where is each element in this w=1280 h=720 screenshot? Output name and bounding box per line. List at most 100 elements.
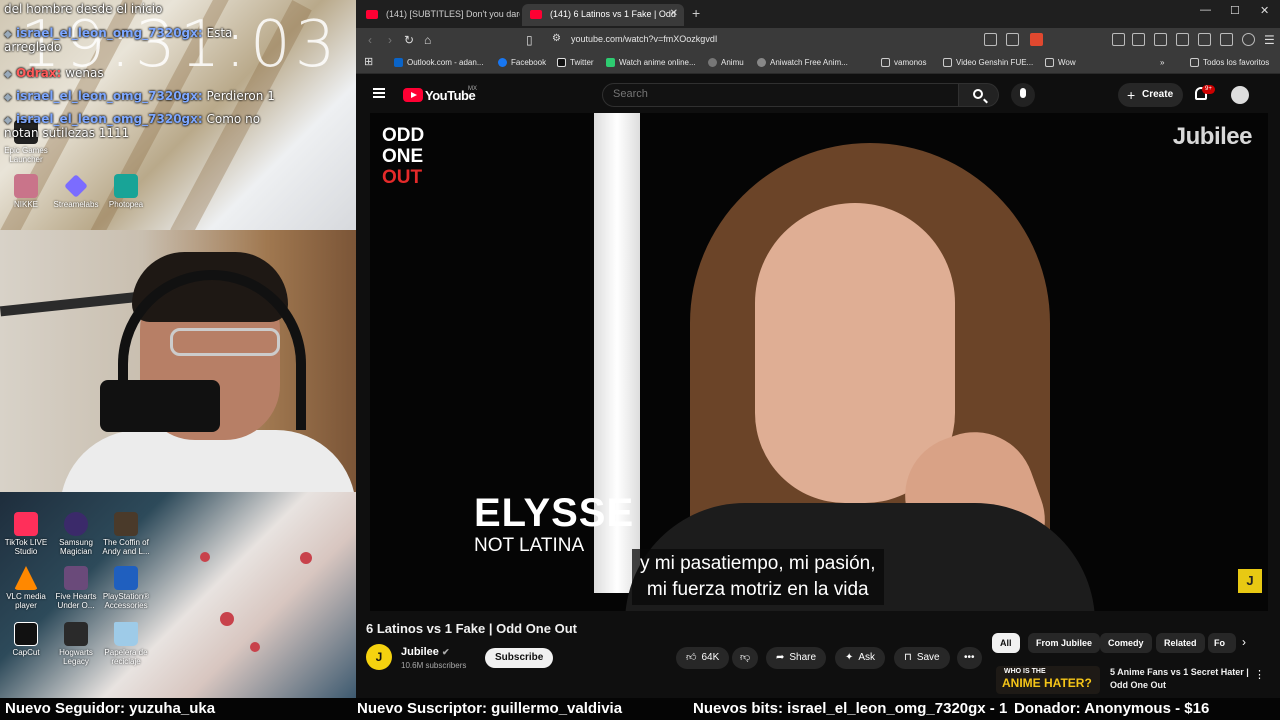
tab-odd-one-out[interactable]: (141) 6 Latinos vs 1 Fake | Odd ✕ — [522, 4, 684, 26]
subscriber-count: 10.6M subscribers — [401, 661, 467, 670]
notification-badge: 9+ — [1202, 85, 1215, 94]
channel-avatar[interactable]: J — [366, 644, 392, 670]
ask-button[interactable]: ✦ Ask — [835, 647, 886, 669]
home-icon[interactable]: ⌂ — [424, 33, 431, 47]
channel-branding-icon[interactable]: J — [1238, 569, 1262, 593]
chat-message: ◆ Odrax: wenas — [4, 66, 104, 80]
video-player[interactable]: ODD ONE OUT Jubilee ELYSSE NOT LATINA y … — [370, 113, 1268, 611]
subscribe-button[interactable]: Subscribe — [485, 648, 554, 668]
channel-name[interactable]: Jubilee ✔ — [401, 646, 450, 658]
extension-icon[interactable] — [1176, 33, 1189, 46]
new-tab-button[interactable]: + — [692, 5, 700, 21]
odd-one-out-logo: ODD ONE OUT — [382, 125, 425, 188]
extension-icon[interactable] — [1132, 33, 1145, 46]
chip-related[interactable]: Related — [1156, 633, 1205, 653]
extension-icon[interactable] — [1154, 33, 1167, 46]
account-avatar[interactable] — [1231, 86, 1249, 104]
minimize-button[interactable]: — — [1200, 4, 1211, 16]
chip-from-jubilee[interactable]: From Jubilee — [1028, 633, 1101, 653]
desktop-icon-samsung-magician[interactable]: Samsung Magician — [50, 512, 102, 556]
desktop-icon-playstation-accessories[interactable]: PlayStation® Accessories — [100, 566, 152, 610]
streamelabs-icon — [64, 174, 88, 198]
ticker-new-follower: Nuevo Seguidor: yuzuha_uka — [5, 700, 216, 717]
voice-search-button[interactable] — [1011, 83, 1035, 107]
search-input[interactable] — [613, 88, 943, 100]
search-button[interactable] — [959, 83, 999, 107]
photopea-icon — [114, 174, 138, 198]
desktop-icon-five-hearts[interactable]: Five Hearts Under O... — [50, 566, 102, 610]
close-window-button[interactable]: ✕ — [1260, 4, 1269, 17]
guide-menu-icon[interactable] — [373, 88, 385, 98]
menu-icon[interactable]: ☰ — [1264, 33, 1275, 47]
closed-captions: y mi pasatiempo, mi pasión, mi fuerza mo… — [632, 549, 884, 605]
install-app-icon[interactable] — [984, 33, 997, 46]
chip-comedy[interactable]: Comedy — [1100, 633, 1152, 653]
browser-window: (141) [SUBTITLES] Don't you dare for (14… — [356, 0, 1280, 698]
bookmark-facebook[interactable]: Facebook — [498, 58, 546, 67]
bookmarks-overflow-icon[interactable]: » — [1160, 58, 1164, 67]
close-tab-icon[interactable]: ✕ — [670, 8, 678, 19]
wallet-icon[interactable] — [1220, 33, 1233, 46]
dislike-button[interactable]: 👎︎ — [732, 647, 759, 669]
profile-icon[interactable] — [1242, 33, 1255, 46]
chip-all[interactable]: All — [992, 633, 1020, 653]
extension-icon[interactable] — [1198, 33, 1211, 46]
back-icon[interactable]: ‹ — [368, 33, 372, 47]
chat-badge-icon: ◆ — [4, 29, 12, 40]
brave-shield-icon[interactable] — [1030, 33, 1043, 46]
apps-grid-icon[interactable]: ⊞ — [364, 55, 373, 68]
desktop-icon-hogwarts-legacy[interactable]: Hogwarts Legacy — [50, 622, 102, 666]
bookmark-outlook[interactable]: Outlook.com - adan... — [394, 58, 483, 67]
chat-message: ◆ israel_el_leon_omg_7320gx: Perdieron 1 — [4, 89, 275, 103]
desktop-icon-nikke[interactable]: NIKKE — [0, 174, 52, 209]
youtube-favicon-icon — [366, 10, 378, 19]
desktop-icon-tiktok-live[interactable]: TikTok LIVE Studio — [0, 512, 52, 556]
desktop-icon-capcut[interactable]: CapCut — [0, 622, 52, 657]
bookmark-animu[interactable]: Animu — [708, 58, 744, 67]
desktop-icon-streamelabs[interactable]: Streamelabs — [50, 174, 102, 209]
like-button[interactable]: 👍︎ 64K — [676, 647, 730, 669]
webcam-feed — [0, 230, 356, 492]
bookmark-aniwatch[interactable]: Aniwatch Free Anim... — [757, 58, 848, 67]
extension-icon[interactable] — [1112, 33, 1125, 46]
more-actions-button[interactable]: ••• — [957, 647, 982, 669]
chevron-right-icon[interactable]: › — [1242, 635, 1246, 649]
bookmark-folder-wow[interactable]: Wow — [1045, 58, 1076, 67]
capcut-icon — [14, 622, 38, 646]
site-info-icon[interactable]: ⚙ — [552, 33, 561, 44]
url-field[interactable]: youtube.com/watch?v=fmXOozkgvdI — [571, 34, 717, 44]
maximize-button[interactable]: ☐ — [1230, 4, 1240, 17]
more-vertical-icon[interactable]: ⋮ — [1254, 668, 1265, 681]
bookmark-folder-all[interactable]: Todos los favoritos — [1190, 58, 1269, 67]
bookmark-watch-anime[interactable]: Watch anime online... — [606, 58, 696, 67]
more-horizontal-icon: ••• — [964, 652, 975, 663]
nikke-icon — [14, 174, 38, 198]
sparkle-icon: ✦ — [845, 652, 854, 663]
five-hearts-icon — [64, 566, 88, 590]
chip-truncated[interactable]: Fo — [1208, 633, 1236, 653]
create-button[interactable]: + Create — [1118, 83, 1184, 107]
folder-icon — [1045, 58, 1054, 67]
tab-subtitles[interactable]: (141) [SUBTITLES] Don't you dare for — [358, 4, 520, 26]
bookmark-twitter[interactable]: Twitter — [557, 58, 594, 67]
share-page-icon[interactable] — [1006, 33, 1019, 46]
reload-icon[interactable]: ↻ — [404, 33, 414, 47]
recycle-bin-icon — [114, 622, 138, 646]
desktop-icon-recycle-bin[interactable]: Papelera de reciclaje — [100, 622, 152, 666]
bookmark-page-icon[interactable]: ▯ — [526, 33, 533, 47]
ticker-new-subscriber: Nuevo Suscriptor: guillermo_valdivia — [357, 700, 623, 717]
bookmark-folder-genshin[interactable]: Video Genshin FUE... — [943, 58, 1033, 67]
forward-icon[interactable]: › — [388, 33, 392, 47]
share-button[interactable]: ➦ Share — [766, 647, 827, 669]
vlc-icon — [14, 566, 38, 590]
desktop-icon-coffin-of-andy[interactable]: The Coffin of Andy and L... — [100, 512, 152, 556]
desktop-icon-photopea[interactable]: Photopea — [100, 174, 152, 209]
anime-site-icon — [606, 58, 615, 67]
save-button[interactable]: ⊓ Save — [894, 647, 950, 669]
recommended-video-title[interactable]: 5 Anime Fans vs 1 Secret Hater | Odd One… — [1110, 666, 1260, 692]
youtube-logo-icon[interactable] — [403, 88, 423, 102]
bookmark-folder-vamonos[interactable]: vamonos — [881, 58, 926, 67]
desktop-icon-vlc[interactable]: VLC media player — [0, 566, 52, 610]
share-icon: ➦ — [776, 652, 785, 663]
recommended-video-thumbnail[interactable]: WHO IS THE ANIME HATER? — [996, 666, 1100, 694]
